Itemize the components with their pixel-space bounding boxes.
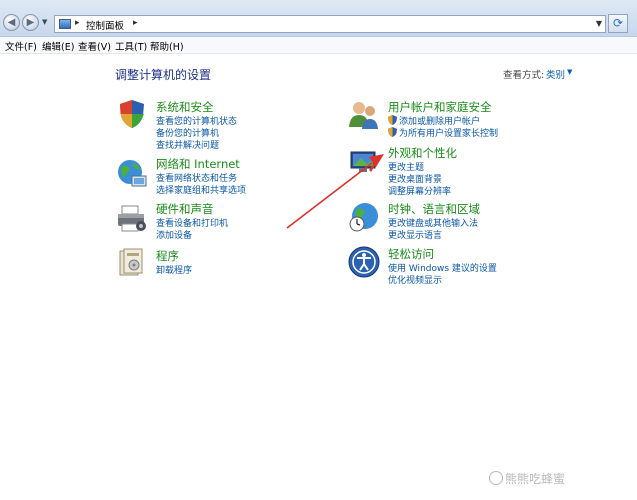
control-panel-icon xyxy=(59,19,71,29)
uac-shield-icon xyxy=(388,115,397,125)
forward-arrow-icon: ▶ xyxy=(26,17,35,28)
back-arrow-icon: ◀ xyxy=(7,17,16,28)
menu-help[interactable]: 帮助(H) xyxy=(150,39,184,53)
clock-region-icon[interactable] xyxy=(348,201,380,233)
breadcrumb-separator-icon[interactable]: ▸ xyxy=(133,18,138,28)
watermark-paw-icon xyxy=(489,471,503,485)
breadcrumb-separator-icon[interactable]: ▸ xyxy=(75,18,80,28)
programs-icon[interactable] xyxy=(116,247,148,279)
uac-shield-icon xyxy=(388,127,397,137)
forward-button[interactable]: ▶ xyxy=(22,14,39,31)
menu-bar: 文件(F) 编辑(E) 查看(V) 工具(T) 帮助(H) xyxy=(0,37,637,54)
appearance-personalization-icon[interactable] xyxy=(349,146,381,178)
network-globe-icon[interactable] xyxy=(116,158,148,190)
breadcrumb-control-panel[interactable]: 控制面板 xyxy=(86,18,124,32)
menu-view[interactable]: 查看(V) xyxy=(78,39,111,53)
view-by-label: 查看方式: xyxy=(503,70,545,81)
link-troubleshoot[interactable]: 查找并解决问题 xyxy=(156,138,219,151)
category-clock-region-title[interactable]: 时钟、语言和区域 xyxy=(388,201,480,217)
category-programs-title[interactable]: 程序 xyxy=(156,248,179,264)
watermark: 熊熊吃蜂蜜 xyxy=(505,472,566,486)
menu-file[interactable]: 文件(F) xyxy=(5,39,37,53)
view-by-chevron-icon[interactable]: ▼ xyxy=(567,68,572,76)
category-system-security-title[interactable]: 系统和安全 xyxy=(156,99,214,115)
category-ease-of-access-title[interactable]: 轻松访问 xyxy=(388,246,434,262)
link-homegroup-sharing[interactable]: 选择家庭组和共享选项 xyxy=(156,183,246,196)
link-uninstall-program[interactable]: 卸载程序 xyxy=(156,263,192,276)
category-network-title[interactable]: 网络和 Internet xyxy=(156,156,240,172)
history-dropdown-icon[interactable]: ▼ xyxy=(42,18,47,26)
ease-of-access-icon[interactable] xyxy=(348,246,380,278)
navigation-bar: ◀ ▶ ▼ ▸ 控制面板 ▸ ▼ ⟳ xyxy=(0,0,637,37)
hardware-printer-icon[interactable] xyxy=(116,202,148,234)
link-optimize-display[interactable]: 优化视频显示 xyxy=(388,273,442,286)
link-change-display-language[interactable]: 更改显示语言 xyxy=(388,228,442,241)
back-button[interactable]: ◀ xyxy=(3,14,20,31)
main-content: 调整计算机的设置 查看方式: 类别 ▼ xyxy=(0,54,637,500)
link-parental-controls[interactable]: 为所有用户设置家长控制 xyxy=(399,126,498,139)
address-bar[interactable]: ▸ 控制面板 ▸ ▼ xyxy=(54,15,606,33)
refresh-button[interactable]: ⟳ xyxy=(608,14,628,33)
system-security-icon[interactable] xyxy=(116,98,148,130)
category-appearance-title[interactable]: 外观和个性化 xyxy=(388,145,457,161)
menu-tools[interactable]: 工具(T) xyxy=(115,39,147,53)
link-adjust-resolution[interactable]: 调整屏幕分辨率 xyxy=(388,184,451,197)
address-dropdown-icon[interactable]: ▼ xyxy=(596,19,602,28)
view-by-dropdown[interactable]: 类别 xyxy=(546,67,565,81)
category-hardware-title[interactable]: 硬件和声音 xyxy=(156,201,214,217)
menu-edit[interactable]: 编辑(E) xyxy=(42,39,74,53)
page-title: 调整计算机的设置 xyxy=(115,68,212,82)
link-add-device[interactable]: 添加设备 xyxy=(156,228,192,241)
category-user-accounts-title[interactable]: 用户帐户和家庭安全 xyxy=(388,99,492,115)
user-accounts-icon[interactable] xyxy=(348,99,380,131)
